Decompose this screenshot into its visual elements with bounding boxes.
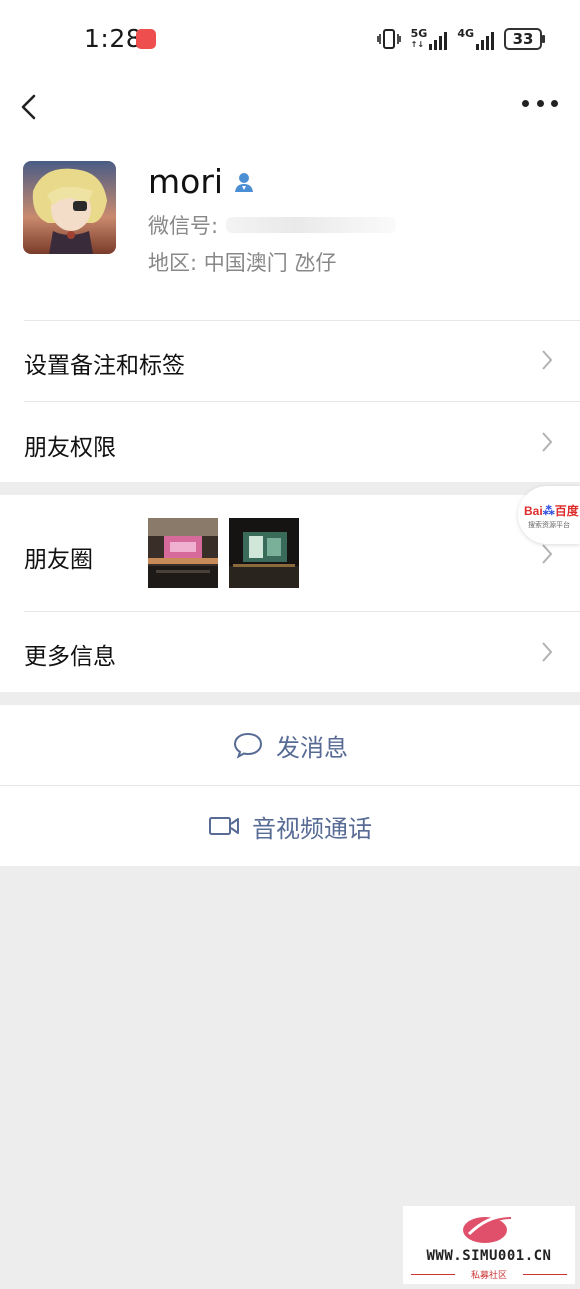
baidu-floating-widget[interactable]: Bai⁂百度 搜索资源平台 <box>518 486 580 544</box>
moments-thumbnail <box>148 518 218 588</box>
nav-bar <box>0 78 580 140</box>
nickname-row: mori <box>148 162 255 201</box>
verified-user-icon <box>235 172 254 192</box>
baidu-logo: Bai⁂百度 <box>524 504 579 518</box>
more-info-row[interactable]: 更多信息 <box>0 611 580 692</box>
chevron-right-icon <box>542 432 553 452</box>
dot-icon <box>551 99 558 107</box>
video-camera-icon <box>209 817 239 835</box>
video-call-label: 音视频通话 <box>252 814 372 843</box>
region-row: 地区: 中国澳门 氹仔 <box>148 251 337 275</box>
divider <box>24 611 580 612</box>
network-4g-label: 4G <box>457 27 474 40</box>
friend-permissions-row[interactable]: 朋友权限 <box>0 401 580 482</box>
nickname: mori <box>148 162 224 201</box>
divider <box>24 320 580 321</box>
profile-header: mori 微信号: 地区: 中国澳门 氹仔 <box>0 140 580 320</box>
back-button[interactable] <box>14 84 48 130</box>
moments-label: 朋友圈 <box>24 547 93 573</box>
divider <box>523 1274 567 1275</box>
friend-permissions-label: 朋友权限 <box>24 435 116 461</box>
watermark: WWW.SIMU001.CN 私募社区 <box>403 1206 575 1284</box>
send-message-button[interactable]: 发消息 <box>0 705 580 785</box>
status-icons: 5G ↑↓ 4G 33 <box>376 26 545 52</box>
remark-tags-row[interactable]: 设置备注和标签 <box>0 320 580 401</box>
app-notification-icon <box>136 29 156 49</box>
wechat-id-redacted <box>226 217 397 233</box>
wechat-id-label: 微信号: <box>148 214 219 238</box>
moments-thumbnail <box>229 518 299 588</box>
video-call-button[interactable]: 音视频通话 <box>0 786 580 866</box>
chevron-right-icon <box>542 642 553 662</box>
watermark-logo-icon <box>463 1214 516 1243</box>
avatar[interactable] <box>23 161 116 254</box>
baidu-subtitle: 搜索资源平台 <box>528 521 570 529</box>
more-info-label: 更多信息 <box>24 644 116 670</box>
dot-icon <box>536 99 544 107</box>
divider <box>24 401 580 402</box>
dot-icon <box>522 99 529 107</box>
moments-row[interactable]: 朋友圈 <box>0 495 580 611</box>
avatar-image <box>23 161 116 254</box>
status-time: 1:28 <box>84 24 143 53</box>
back-arrow-icon <box>21 94 36 120</box>
chevron-right-icon <box>542 350 553 370</box>
vibrate-icon <box>376 29 401 49</box>
watermark-url: WWW.SIMU001.CN <box>426 1248 552 1264</box>
battery-indicator: 33 <box>504 28 545 50</box>
chevron-right-icon <box>542 544 553 564</box>
status-bar: 1:28 5G ↑↓ 4G 33 <box>0 0 580 78</box>
signal-4g-icon <box>476 30 494 50</box>
network-5g-label: 5G ↑↓ <box>410 27 428 49</box>
remark-tags-label: 设置备注和标签 <box>24 353 185 379</box>
more-options-button[interactable] <box>522 88 558 118</box>
wechat-id-row: 微信号: <box>148 210 397 240</box>
send-message-label: 发消息 <box>276 733 348 762</box>
chat-bubble-icon <box>233 732 263 759</box>
signal-5g-icon <box>429 30 448 50</box>
